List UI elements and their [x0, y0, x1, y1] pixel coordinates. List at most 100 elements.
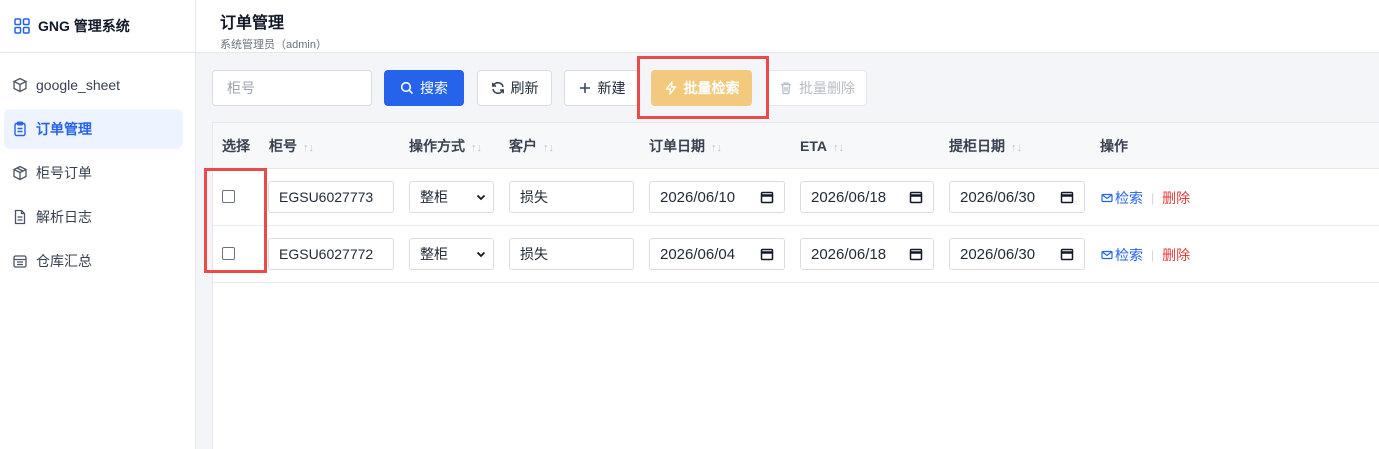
sidebar-item-parse-log[interactable]: 解析日志 [4, 197, 183, 237]
container-number-input[interactable]: EGSU6027772 [268, 238, 394, 270]
method-select-value: 整柜 [420, 189, 448, 205]
delete-link[interactable]: 删除 [1162, 245, 1190, 265]
column-header-actions: 操作 [1100, 138, 1128, 154]
sidebar-item-label: 解析日志 [36, 209, 92, 225]
order-date-value: 2026/06/04 [660, 245, 736, 263]
sidebar-item-warehouse-summary[interactable]: 仓库汇总 [4, 241, 183, 281]
method-select[interactable]: 整柜 [409, 238, 494, 270]
order-date-input[interactable]: 2026/06/04 [649, 238, 785, 270]
mail-icon [1101, 250, 1113, 259]
column-header-order-date[interactable]: 订单日期 ↑↓ [649, 123, 722, 169]
brand-title: GNG 管理系统 [38, 18, 130, 34]
refresh-button[interactable]: 刷新 [477, 70, 552, 106]
calendar-icon[interactable] [909, 247, 923, 261]
page-header: 订单管理 系统管理员（admin） [196, 0, 1379, 53]
sidebar-item-order-management[interactable]: 订单管理 [4, 109, 183, 149]
pickup-date-value: 2026/06/30 [960, 245, 1036, 263]
page-title: 订单管理 [220, 15, 285, 32]
column-header-customer[interactable]: 客户 ↑↓ [509, 123, 554, 169]
customer-input[interactable]: 损失 [509, 181, 634, 213]
pickup-date-input[interactable]: 2026/06/30 [949, 238, 1085, 270]
column-header-container[interactable]: 柜号 ↑↓ [269, 123, 314, 169]
sidebar-item-container-orders[interactable]: 柜号订单 [4, 153, 183, 193]
sort-icon[interactable]: ↑↓ [711, 142, 722, 154]
detail-link-label: 检索 [1115, 189, 1143, 206]
action-separator: | [1151, 247, 1155, 262]
column-header-eta[interactable]: ETA ↑↓ [800, 123, 844, 169]
sidebar-nav: google_sheet 订单管理 柜号订单 解析日志 仓库汇总 [0, 53, 195, 281]
warehouse-icon [13, 255, 27, 268]
column-header-method[interactable]: 操作方式 ↑↓ [409, 123, 482, 169]
method-select[interactable]: 整柜 [409, 181, 494, 213]
eta-date-value: 2026/06/18 [811, 245, 887, 263]
action-separator: | [1151, 190, 1155, 205]
new-button[interactable]: 新建 [564, 70, 639, 106]
container-number-input[interactable]: EGSU6027773 [268, 181, 394, 213]
column-header-select: 选择 [222, 138, 250, 154]
toolbar: 搜索 刷新 新建 批量检索 批量删除 [212, 70, 1372, 106]
search-button-label: 搜索 [420, 80, 448, 96]
new-button-label: 新建 [597, 80, 626, 96]
refresh-icon [491, 81, 504, 95]
row-select-checkbox[interactable] [222, 190, 235, 203]
order-date-value: 2026/06/10 [660, 188, 736, 206]
package-icon [13, 165, 27, 181]
plus-icon [579, 83, 590, 93]
sidebar: GNG 管理系统 google_sheet 订单管理 柜号订单 解析日志 仓库汇… [0, 0, 196, 449]
search-button[interactable]: 搜索 [384, 70, 464, 106]
eta-date-input[interactable]: 2026/06/18 [800, 238, 934, 270]
mail-icon [1101, 193, 1113, 202]
clipboard-icon [14, 121, 26, 137]
row-actions: 检索 | 删除 [1101, 169, 1190, 226]
batch-delete-button-label: 批量删除 [799, 80, 855, 96]
trash-icon [781, 82, 791, 95]
sidebar-item-label: 订单管理 [36, 121, 92, 137]
sidebar-item-google-sheet[interactable]: google_sheet [4, 65, 183, 105]
calendar-icon[interactable] [1060, 190, 1074, 204]
batch-search-button[interactable]: 批量检索 [651, 70, 752, 106]
container-search-input[interactable] [227, 80, 357, 96]
detail-link[interactable]: 检索 [1101, 245, 1143, 265]
table-row: EGSU6027772 整柜 损失 2026/06/04 2026/06/18 … [213, 226, 1379, 283]
delete-link[interactable]: 删除 [1162, 188, 1190, 208]
orders-table: 选择 柜号 ↑↓ 操作方式 ↑↓ 客户 ↑↓ 订单日期 ↑↓ ETA ↑↓ 提柜日期 ↑↓ … [212, 122, 1379, 449]
container-search-field [212, 70, 372, 106]
row-select-checkbox[interactable] [222, 247, 235, 260]
lightning-icon [665, 81, 676, 95]
eta-date-value: 2026/06/18 [811, 188, 887, 206]
chevron-down-icon [476, 251, 486, 258]
search-icon [400, 81, 414, 95]
sidebar-item-label: 柜号订单 [36, 165, 92, 181]
sort-icon[interactable]: ↑↓ [303, 142, 314, 154]
column-header-pickup-date[interactable]: 提柜日期 ↑↓ [949, 123, 1022, 169]
sort-icon[interactable]: ↑↓ [543, 142, 554, 154]
page-subtitle: 系统管理员（admin） [220, 39, 327, 51]
batch-search-button-label: 批量检索 [683, 80, 740, 96]
customer-input[interactable]: 损失 [509, 238, 634, 270]
batch-delete-button[interactable]: 批量删除 [767, 70, 867, 106]
sort-icon[interactable]: ↑↓ [471, 142, 482, 154]
sort-icon[interactable]: ↑↓ [833, 142, 844, 154]
order-date-input[interactable]: 2026/06/10 [649, 181, 785, 213]
sort-icon[interactable]: ↑↓ [1011, 142, 1022, 154]
table-row: EGSU6027773 整柜 损失 2026/06/10 2026/06/18 … [213, 169, 1379, 226]
cube-icon [12, 77, 28, 93]
pickup-date-input[interactable]: 2026/06/30 [949, 181, 1085, 213]
calendar-icon[interactable] [909, 190, 923, 204]
calendar-icon[interactable] [760, 247, 774, 261]
grid-logo-icon [14, 18, 30, 34]
eta-date-input[interactable]: 2026/06/18 [800, 181, 934, 213]
calendar-icon[interactable] [760, 190, 774, 204]
detail-link-label: 检索 [1115, 246, 1143, 263]
file-text-icon [14, 209, 26, 225]
calendar-icon[interactable] [1060, 247, 1074, 261]
sidebar-item-label: 仓库汇总 [36, 253, 92, 269]
pickup-date-value: 2026/06/30 [960, 188, 1036, 206]
table-header: 选择 柜号 ↑↓ 操作方式 ↑↓ 客户 ↑↓ 订单日期 ↑↓ ETA ↑↓ 提柜日期 ↑↓ … [213, 123, 1379, 169]
brand: GNG 管理系统 [0, 0, 195, 53]
detail-link[interactable]: 检索 [1101, 188, 1143, 208]
row-actions: 检索 | 删除 [1101, 226, 1190, 283]
sidebar-item-label: google_sheet [36, 77, 121, 93]
method-select-value: 整柜 [420, 246, 448, 262]
chevron-down-icon [476, 194, 486, 201]
